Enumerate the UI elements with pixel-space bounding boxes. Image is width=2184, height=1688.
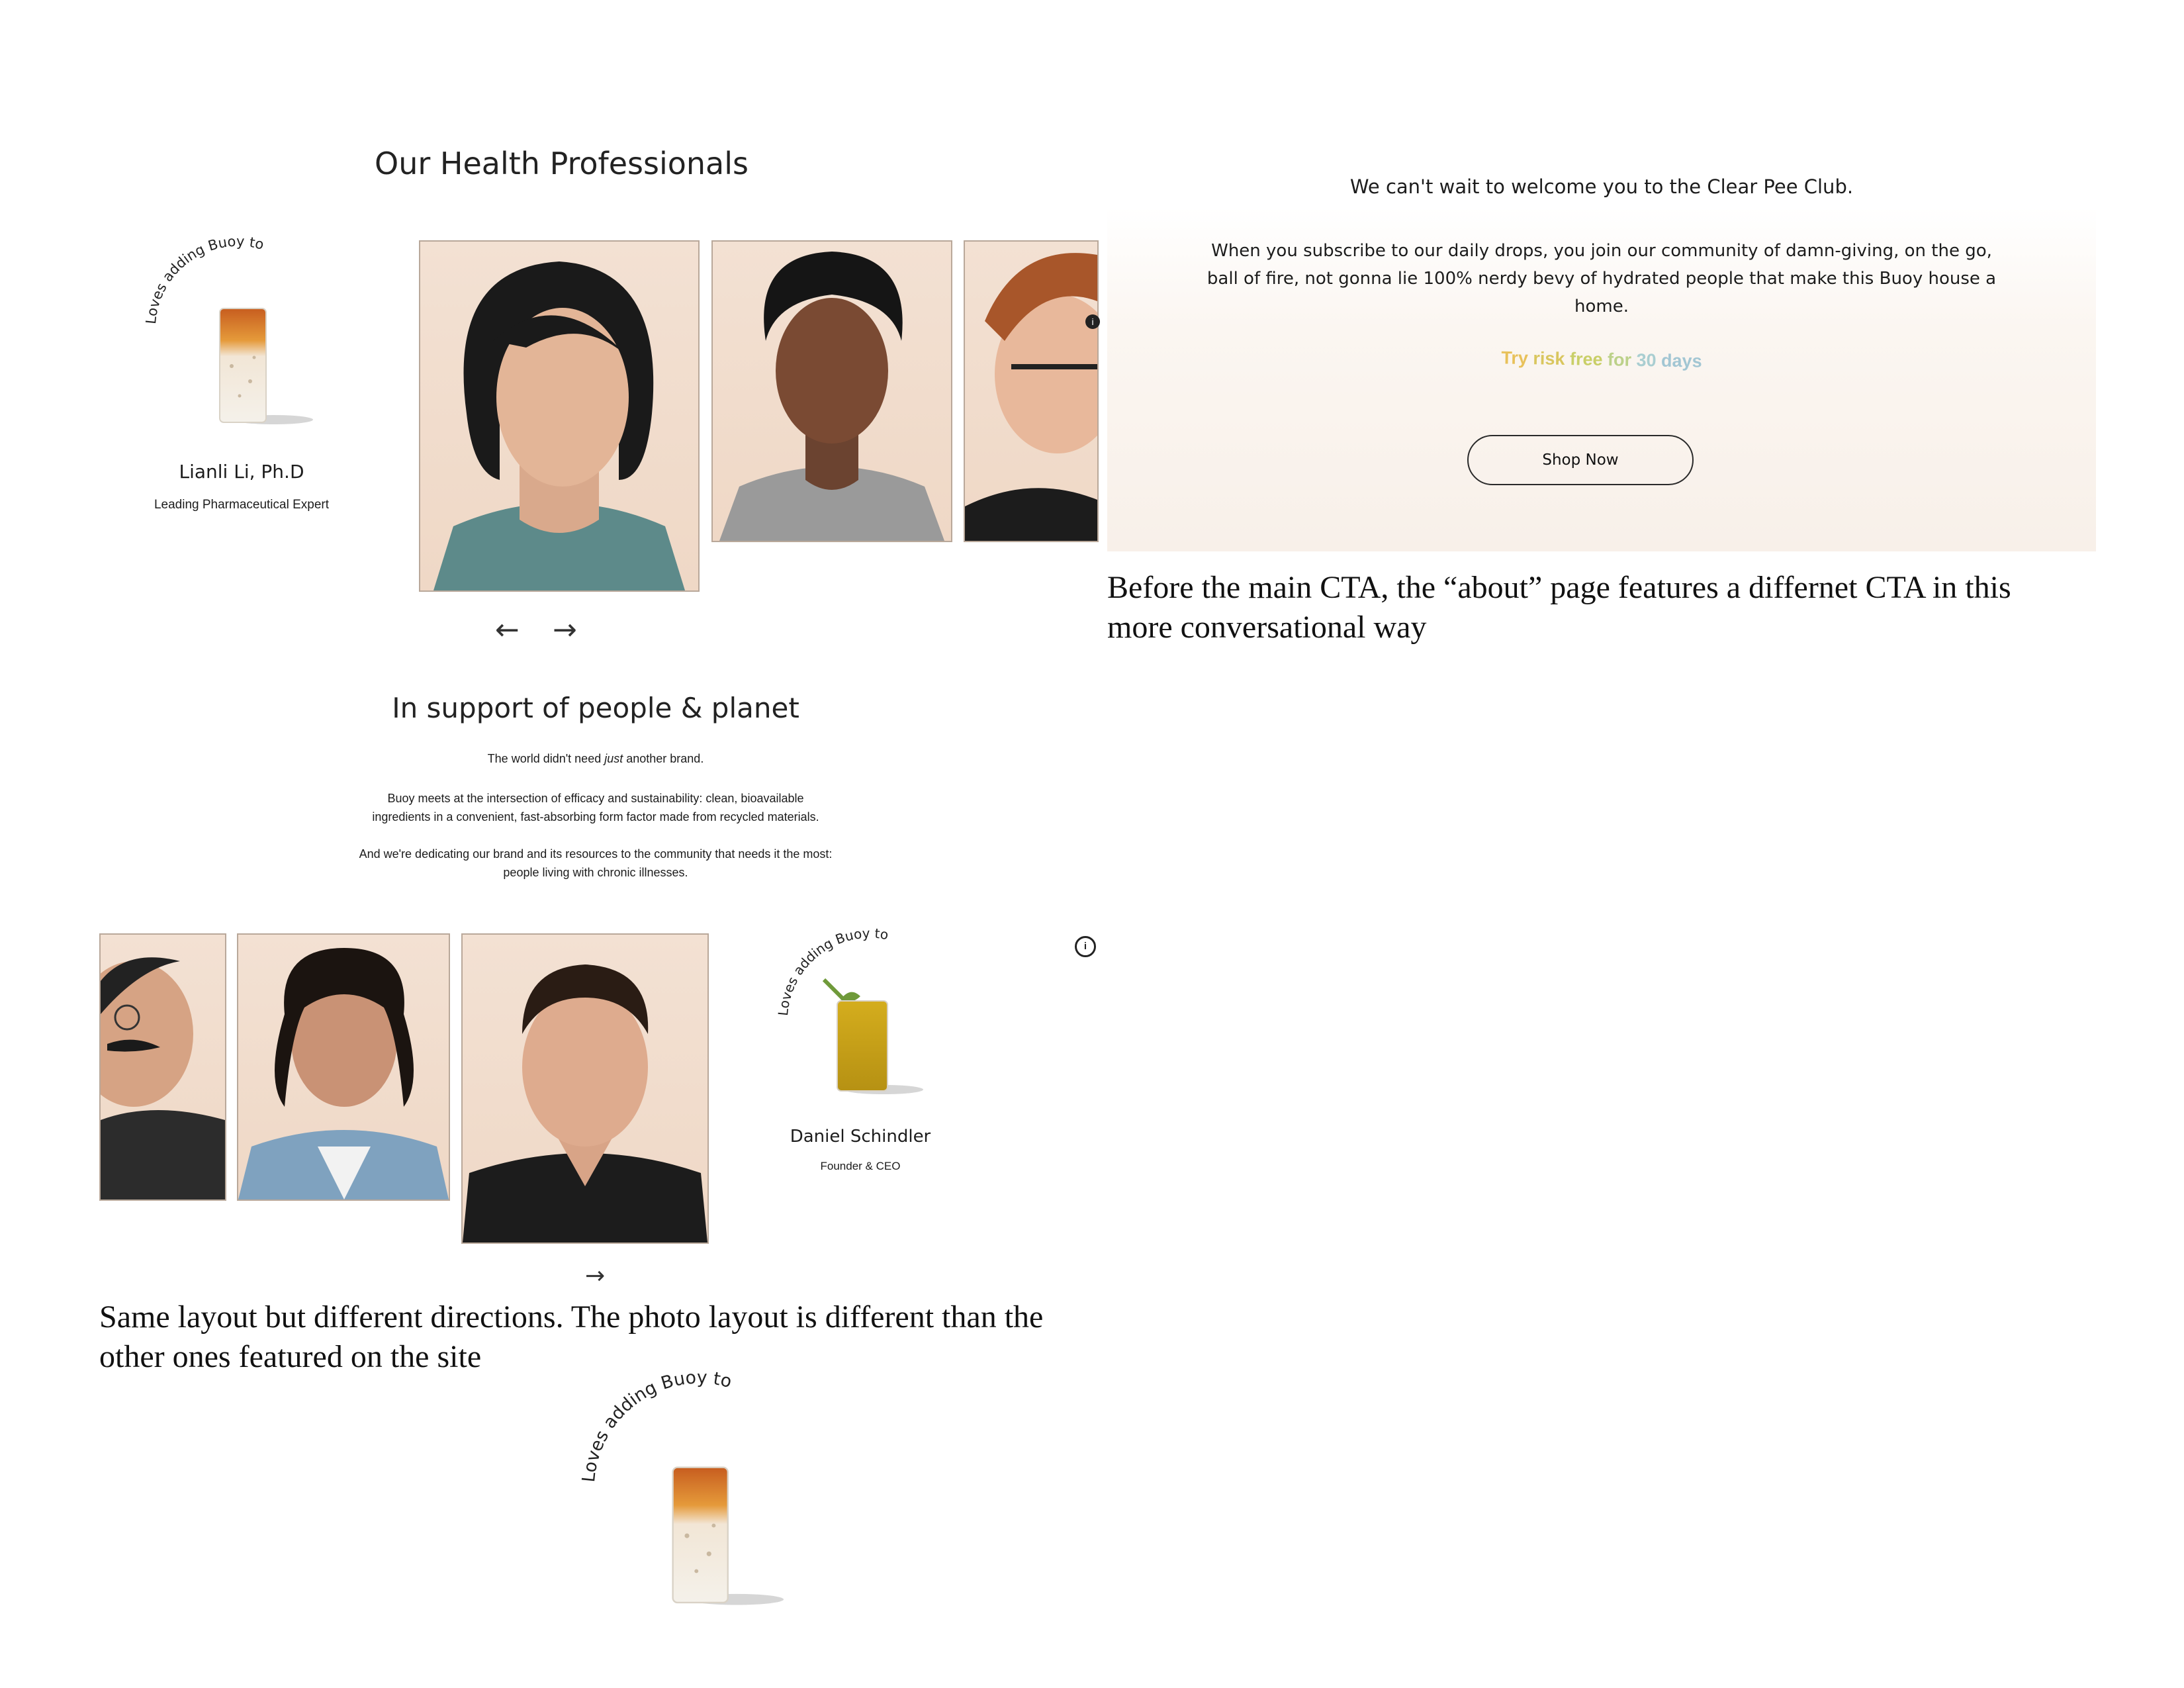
paragraph-line: Buoy meets at the intersection of effica… <box>387 792 804 805</box>
cta-title: We can't wait to welcome you to the Clea… <box>1349 175 1854 198</box>
carousel-next-arrow[interactable]: → <box>553 616 577 645</box>
professional-name: Lianli Li, Ph.D <box>179 461 304 483</box>
founder-name: Daniel Schindler <box>790 1127 931 1147</box>
carousel-next-arrow[interactable]: → <box>585 1264 605 1288</box>
team-photo-1[interactable] <box>99 933 226 1201</box>
paragraph-line: people living with chronic illnesses. <box>503 866 688 879</box>
support-paragraph-2: Buoy meets at the intersection of effica… <box>298 789 893 826</box>
carousel-prev-arrow[interactable]: ← <box>495 616 520 645</box>
annotation-note-cta: Before the main CTA, the “about” page fe… <box>1107 568 2140 647</box>
tagline-text-a: The world didn't need <box>487 752 605 765</box>
professional-photo-2[interactable] <box>711 240 952 542</box>
info-icon[interactable]: i <box>1075 936 1096 957</box>
note-line: Same layout but different directions. Th… <box>99 1299 1044 1335</box>
support-paragraph-3: And we're dedicating our brand and its r… <box>298 845 893 882</box>
try-word: 30 <box>1636 350 1657 371</box>
support-tagline: The world didn't need just another brand… <box>298 752 893 766</box>
professional-role: Leading Pharmaceutical Expert <box>154 498 330 512</box>
cta-body: When you subscribe to our daily drops, y… <box>1107 237 2096 320</box>
paragraph-line: ingredients in a convenient, fast-absorb… <box>372 810 819 823</box>
body-line: When you subscribe to our daily drops, y… <box>1211 241 1992 261</box>
smoothie-glass-image <box>822 978 923 1094</box>
drink-glass-image <box>219 308 313 424</box>
try-word: days <box>1661 350 1702 371</box>
try-word: Try <box>1501 348 1529 369</box>
drink-glass-image <box>672 1466 784 1605</box>
try-word: risk <box>1533 348 1565 369</box>
try-word: for <box>1607 350 1632 370</box>
tagline-text-b: another brand. <box>623 752 704 765</box>
section-title-health-professionals: Our Health Professionals <box>375 146 749 181</box>
team-photo-2[interactable] <box>237 933 450 1201</box>
note-line: Before the main CTA, the “about” page fe… <box>1107 570 2011 605</box>
section-title-support: In support of people & planet <box>392 692 799 724</box>
body-line: ball of fire, not gonna lie 100% nerdy b… <box>1206 269 1997 289</box>
try-word: free <box>1569 349 1603 370</box>
shop-now-button[interactable]: Shop Now <box>1467 435 1694 485</box>
founder-role: Founder & CEO <box>820 1160 901 1172</box>
professional-photo-1[interactable] <box>419 240 700 592</box>
note-line: more conversational way <box>1107 610 1427 645</box>
paragraph-line: And we're dedicating our brand and its r… <box>359 847 833 861</box>
team-photo-3[interactable] <box>461 933 709 1244</box>
professional-photo-3[interactable] <box>964 240 1099 542</box>
info-icon[interactable]: i <box>1085 314 1100 329</box>
tagline-emphasis: just <box>604 752 623 765</box>
body-line: home. <box>1574 297 1629 316</box>
